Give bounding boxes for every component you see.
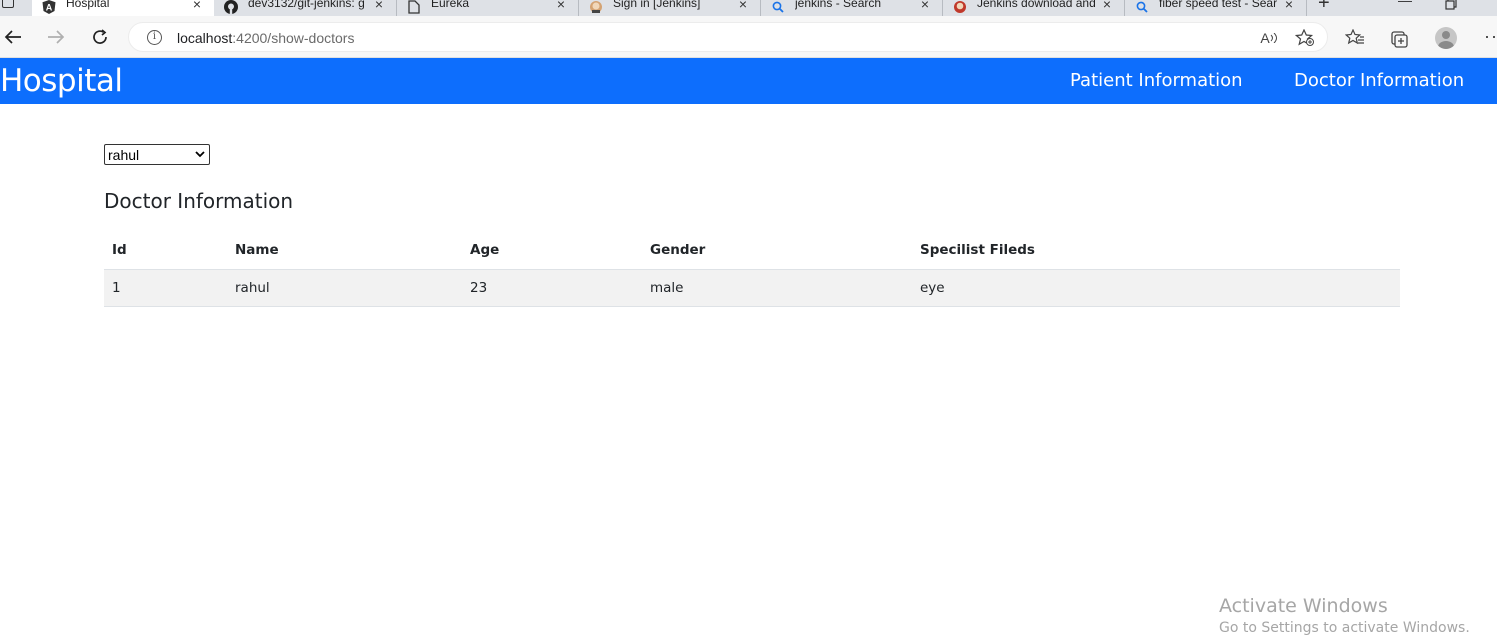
browser-tab-github[interactable]: dev3132/git-jenkins: g ×: [214, 0, 397, 16]
search-icon: [771, 0, 785, 14]
column-header-id: Id: [104, 232, 227, 270]
tab-title: Hospital: [66, 0, 110, 10]
browser-toolbar: i localhost:4200/show-doctors A ···: [0, 16, 1497, 58]
column-header-gender: Gender: [642, 232, 912, 270]
tab-title: Jenkins download and: [977, 0, 1096, 10]
close-icon[interactable]: ×: [190, 0, 204, 12]
tab-title: fiber speed test - Sear: [1159, 0, 1278, 10]
table-row: 1 rahul 23 male eye: [104, 269, 1400, 307]
collections-icon[interactable]: [1390, 28, 1410, 48]
doctor-table: Id Name Age Gender Specilist Fileds 1 ra…: [104, 232, 1400, 307]
new-tab-icon[interactable]: +: [1318, 0, 1330, 15]
read-aloud-label: A: [1260, 30, 1270, 46]
github-icon: [224, 0, 238, 14]
page-title: Doctor Information: [104, 189, 294, 213]
close-icon[interactable]: ×: [1282, 0, 1296, 12]
refresh-icon[interactable]: [89, 26, 111, 48]
search-icon: [1135, 0, 1149, 14]
tab-actions-icon[interactable]: [2, 0, 14, 8]
tab-title: Eureka: [431, 0, 470, 10]
read-aloud-icon[interactable]: A: [1259, 29, 1279, 47]
browser-tab-fiber-search[interactable]: fiber speed test - Sear ×: [1125, 0, 1307, 16]
cell-name: rahul: [227, 269, 462, 307]
table-header-row: Id Name Age Gender Specilist Fileds: [104, 232, 1400, 270]
browser-tab-eureka[interactable]: Eureka ×: [397, 0, 579, 16]
page-icon: [407, 0, 421, 14]
browser-tab-jenkins-signin[interactable]: Sign in [Jenkins] ×: [579, 0, 761, 16]
jenkins-icon: [589, 0, 603, 14]
tab-title: dev3132/git-jenkins: g: [248, 0, 365, 10]
restore-icon[interactable]: [1445, 0, 1457, 13]
column-header-age: Age: [462, 232, 642, 270]
close-icon[interactable]: ×: [372, 0, 386, 12]
svg-text:A: A: [46, 2, 53, 12]
browser-tab-strip: A Hospital × dev3132/git-jenkins: g × Eu…: [0, 0, 1497, 16]
angular-icon: A: [42, 0, 56, 14]
doctor-select-value: rahul: [108, 146, 140, 163]
favorites-icon[interactable]: [1345, 28, 1365, 48]
browser-tab-jenkins-download[interactable]: Jenkins download and ×: [943, 0, 1125, 16]
doctor-select[interactable]: rahul: [104, 144, 210, 165]
cell-gender: male: [642, 269, 912, 307]
close-icon[interactable]: ×: [736, 0, 750, 12]
nav-link-patient-information[interactable]: Patient Information: [1070, 70, 1243, 91]
tab-title: jenkins - Search: [795, 0, 882, 10]
forward-arrow-icon[interactable]: [45, 26, 67, 48]
close-icon[interactable]: ×: [918, 0, 932, 12]
url-text[interactable]: localhost:4200/show-doctors: [177, 30, 354, 46]
close-icon[interactable]: ×: [554, 0, 568, 12]
column-header-name: Name: [227, 232, 462, 270]
brand-logo[interactable]: Hospital: [0, 63, 123, 99]
profile-avatar[interactable]: [1435, 27, 1457, 49]
cell-specialist-field: eye: [912, 269, 1400, 307]
url-host: localhost: [177, 30, 233, 46]
add-favorite-icon[interactable]: [1295, 29, 1315, 47]
minimize-icon[interactable]: —: [1398, 0, 1412, 8]
browser-tab-jenkins-search[interactable]: jenkins - Search ×: [761, 0, 943, 16]
cell-id: 1: [104, 269, 227, 307]
info-icon[interactable]: i: [147, 30, 162, 45]
jenkins-icon: [953, 0, 967, 14]
cell-age: 23: [462, 269, 642, 307]
tab-title: Sign in [Jenkins]: [613, 0, 701, 10]
url-path: :4200/show-doctors: [232, 30, 355, 46]
app-navbar: Hospital Patient Information Doctor Info…: [0, 58, 1497, 104]
column-header-specialist-fields: Specilist Fileds: [912, 232, 1400, 270]
activate-windows-subtitle: Go to Settings to activate Windows.: [1219, 620, 1470, 636]
address-bar[interactable]: i localhost:4200/show-doctors A: [128, 22, 1328, 52]
activate-windows-title: Activate Windows: [1219, 595, 1388, 617]
close-icon[interactable]: ×: [1100, 0, 1114, 12]
nav-link-doctor-information[interactable]: Doctor Information: [1294, 70, 1464, 91]
browser-tab-hospital[interactable]: A Hospital ×: [32, 0, 214, 16]
more-options-icon[interactable]: ···: [1484, 26, 1497, 47]
chevron-down-icon: [193, 148, 207, 162]
back-arrow-icon[interactable]: [2, 26, 24, 48]
